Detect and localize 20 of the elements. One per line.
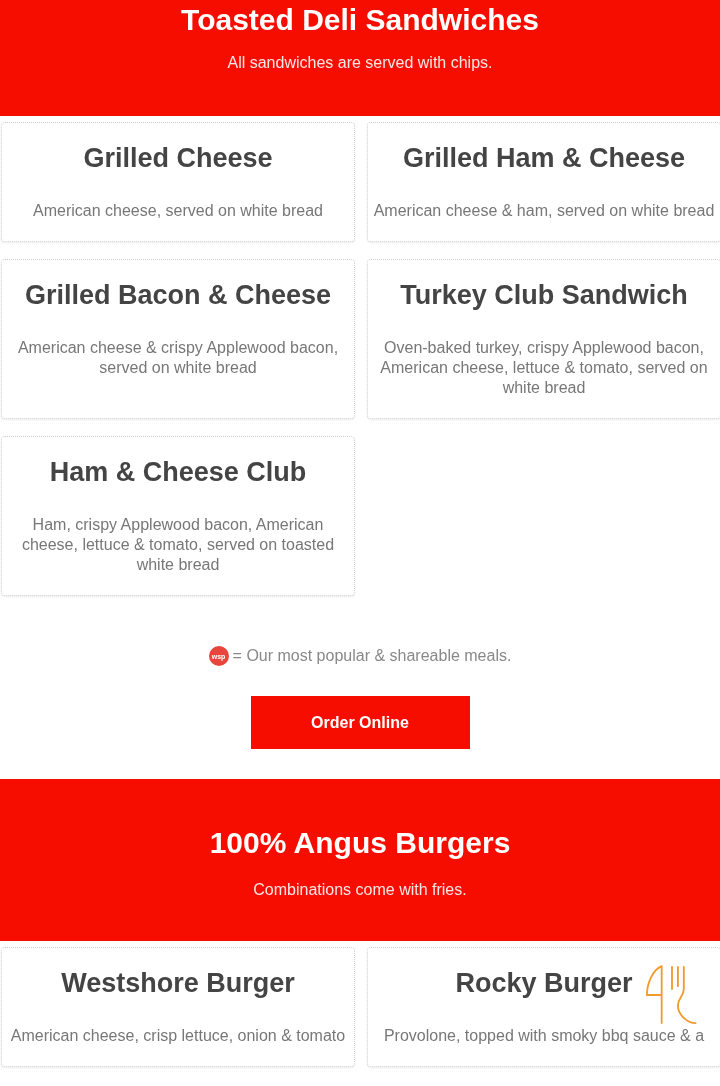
order-online-button[interactable]: Order Online [250,696,470,749]
item-name: Grilled Bacon & Cheese [24,279,332,312]
section-title: 100% Angus Burgers [208,825,512,861]
item-name: Rocky Burger [455,967,633,1000]
item-name: Grilled Cheese [83,142,273,175]
item-description: American cheese, crisp lettuce, onion & tomato [9,1026,347,1046]
item-description: American cheese & ham, served on white bread [372,201,716,221]
legend-text: = Our most popular & shareable meals. [232,647,512,665]
item-description: Oven-baked turkey, crispy Applewood bacon, American cheese, lettuce & tomato, served on white bread [379,338,709,398]
item-description: Provolone, topped with smoky bbq sauce & a [382,1026,706,1046]
section-subtitle: Combinations come with fries. [252,881,468,899]
section-title: Toasted Deli Sandwiches [180,2,540,38]
item-description: Ham, crispy Applewood bacon, American cheese, lettuce & tomato, served on toasted white bread [20,515,336,575]
item-name: Grilled Ham & Cheese [402,142,686,175]
item-description: American cheese, served on white bread [32,201,324,221]
item-name: Ham & Cheese Club [49,456,307,489]
item-description: American cheese & crispy Applewood bacon, served on white bread [16,338,340,378]
item-name: Turkey Club Sandwich [400,279,688,312]
section-subtitle: All sandwiches are served with chips. [226,54,494,72]
item-name: Westshore Burger [61,967,295,1000]
